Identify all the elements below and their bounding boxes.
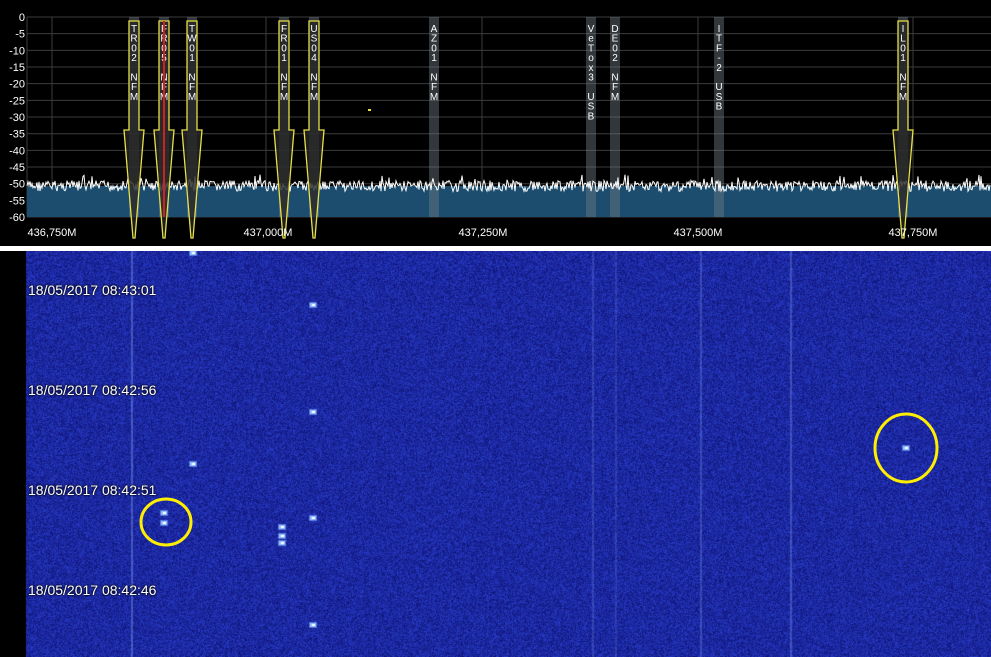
- bookmark-label: VeTox3USB: [587, 24, 594, 122]
- noise-floor-fill: [27, 186, 991, 217]
- db-tick-label: -45: [9, 162, 25, 174]
- spectrum-artifact-dot: [368, 109, 371, 111]
- db-tick-label: -40: [9, 145, 25, 157]
- timestamp-label: 18/05/2017 08:42:46: [28, 582, 157, 598]
- highlight-circle-right: [873, 412, 939, 484]
- bookmark-label: I T F -2 U S B: [715, 24, 722, 113]
- db-tick-label: -10: [9, 45, 25, 57]
- freq-tick-label: 437,250M: [459, 227, 508, 239]
- db-tick-label: -5: [15, 29, 25, 41]
- waterfall-panel[interactable]: 18/05/2017 08:43:01 18/05/2017 08:42:56 …: [0, 251, 991, 657]
- db-axis-labels: 0 -5 -10 -15 -20 -25 -30 -35 -40 -45 -50 -55 -60: [9, 12, 25, 224]
- spectrum-panel[interactable]: TR02NFMFR05NFMTW01NFMFR01NFMUS04NFMAZ01N…: [0, 0, 991, 246]
- freq-tick-label: 437,000M: [244, 227, 293, 239]
- freq-tick-label: 437,750M: [889, 227, 938, 239]
- timestamp-label: 18/05/2017 08:42:56: [28, 382, 157, 398]
- db-tick-label: 0: [19, 12, 25, 24]
- db-tick-label: -60: [9, 212, 25, 224]
- db-tick-label: -25: [9, 95, 25, 107]
- freq-tick-label: 437,500M: [674, 227, 723, 239]
- db-tick-label: -35: [9, 129, 25, 141]
- freq-tick-label: 436,750M: [28, 227, 77, 239]
- highlight-circle-left: [139, 497, 193, 547]
- db-tick-label: -50: [9, 179, 25, 191]
- db-tick-label: -30: [9, 112, 25, 124]
- timestamp-label: 18/05/2017 08:42:51: [28, 482, 157, 498]
- db-tick-label: -15: [9, 62, 25, 74]
- db-tick-label: -55: [9, 195, 25, 207]
- timestamp-label: 18/05/2017 08:43:01: [28, 282, 157, 298]
- db-tick-label: -20: [9, 79, 25, 91]
